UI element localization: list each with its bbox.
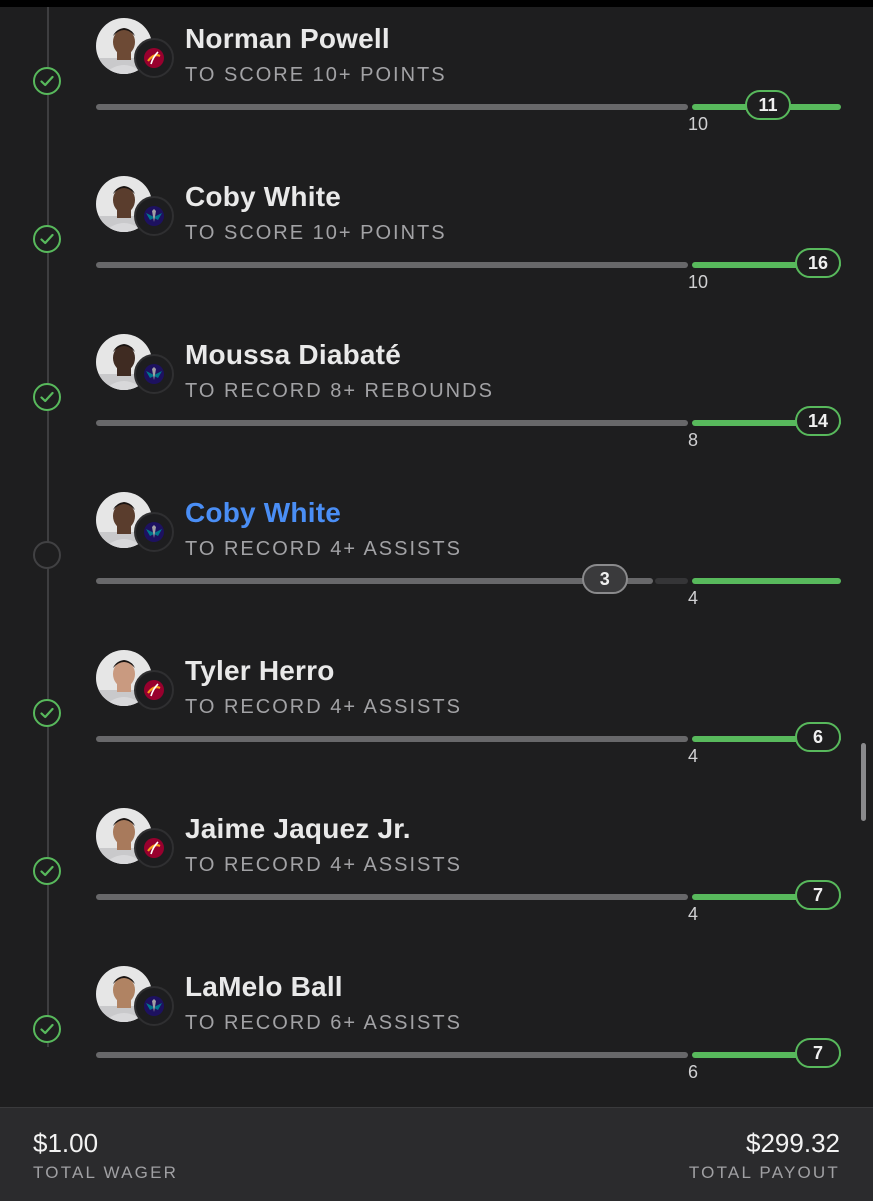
progress-bar: 8 14 [96,406,841,450]
threshold-label: 8 [688,430,699,450]
current-value-badge: 3 [581,564,628,594]
scrollbar-thumb[interactable] [861,743,866,821]
leg-row[interactable]: Moussa Diabaté TO RECORD 8+ REBOUNDS 8 1… [0,334,873,492]
heat-logo-icon [134,828,174,868]
threshold-label: 6 [688,1062,699,1082]
leg-row[interactable]: Coby White TO SCORE 10+ POINTS 10 16 [0,176,873,334]
progress-bar: 10 16 [96,248,841,292]
player-name[interactable]: Coby White [185,497,341,529]
leg-row[interactable]: Coby White TO RECORD 4+ ASSISTS 4 3 [0,492,873,650]
player-name[interactable]: Coby White [185,181,341,213]
hornets-logo-icon [134,986,174,1026]
threshold-label: 4 [688,746,699,766]
leg-row[interactable]: LaMelo Ball TO RECORD 6+ ASSISTS 6 7 [0,966,873,1124]
player-name[interactable]: Moussa Diabaté [185,339,401,371]
player-name[interactable]: Tyler Herro [185,655,335,687]
progress-fill [96,104,688,110]
prop-description: TO RECORD 4+ ASSISTS [185,854,462,876]
heat-logo-icon [134,38,174,78]
progress-bar: 4 7 [96,880,841,924]
hornets-logo-icon [134,196,174,236]
prop-description: TO SCORE 10+ POINTS [185,64,447,86]
progress-fill [96,578,653,584]
leg-row[interactable]: Tyler Herro TO RECORD 4+ ASSISTS 4 6 [0,650,873,808]
progress-bar: 6 7 [96,1038,841,1082]
hornets-logo-icon [134,512,174,552]
current-value-badge: 7 [795,1038,841,1068]
threshold-label: 10 [688,272,709,292]
progress-remaining [654,578,688,584]
player-name[interactable]: Jaime Jaquez Jr. [185,813,411,845]
threshold-label: 4 [688,904,699,924]
check-circle-icon [33,383,61,411]
check-circle-icon [33,1015,61,1043]
progress-bar: 10 11 [96,90,841,134]
player-name[interactable]: LaMelo Ball [185,971,343,1003]
total-payout-label: TOTAL PAYOUT [688,1163,840,1182]
threshold-label: 4 [688,588,699,608]
player-name[interactable]: Norman Powell [185,23,390,55]
progress-fill [96,894,688,900]
prop-description: TO RECORD 8+ REBOUNDS [185,380,494,402]
current-value-badge: 16 [795,248,841,278]
target-zone [692,578,841,584]
total-wager-label: TOTAL WAGER [33,1163,179,1182]
current-value-badge: 11 [745,90,791,120]
prop-description: TO SCORE 10+ POINTS [185,222,447,244]
hornets-logo-icon [134,354,174,394]
current-value-badge: 14 [795,406,841,436]
progress-fill [96,736,688,742]
check-circle-icon [33,67,61,95]
total-wager-amount: $1.00 [33,1128,99,1158]
progress-fill [96,1052,688,1058]
prop-description: TO RECORD 6+ ASSISTS [185,1012,462,1034]
heat-logo-icon [134,670,174,710]
progress-bar: 4 6 [96,722,841,766]
prop-description: TO RECORD 4+ ASSISTS [185,696,462,718]
empty-circle-icon [33,541,61,569]
check-circle-icon [33,225,61,253]
leg-row[interactable]: Norman Powell TO SCORE 10+ POINTS 10 11 [0,18,873,176]
current-value-badge: 6 [795,722,841,752]
current-value-badge: 7 [795,880,841,910]
prop-description: TO RECORD 4+ ASSISTS [185,538,462,560]
wager-footer: $1.00 TOTAL WAGER $299.32 TOTAL PAYOUT [0,1107,873,1201]
threshold-label: 10 [688,114,709,134]
leg-row[interactable]: Jaime Jaquez Jr. TO RECORD 4+ ASSISTS 4 … [0,808,873,966]
top-edge [0,0,873,7]
check-circle-icon [33,699,61,727]
check-circle-icon [33,857,61,885]
progress-fill [96,420,688,426]
progress-fill [96,262,688,268]
progress-bar: 4 3 [96,564,841,608]
total-payout-amount: $299.32 [746,1128,840,1158]
